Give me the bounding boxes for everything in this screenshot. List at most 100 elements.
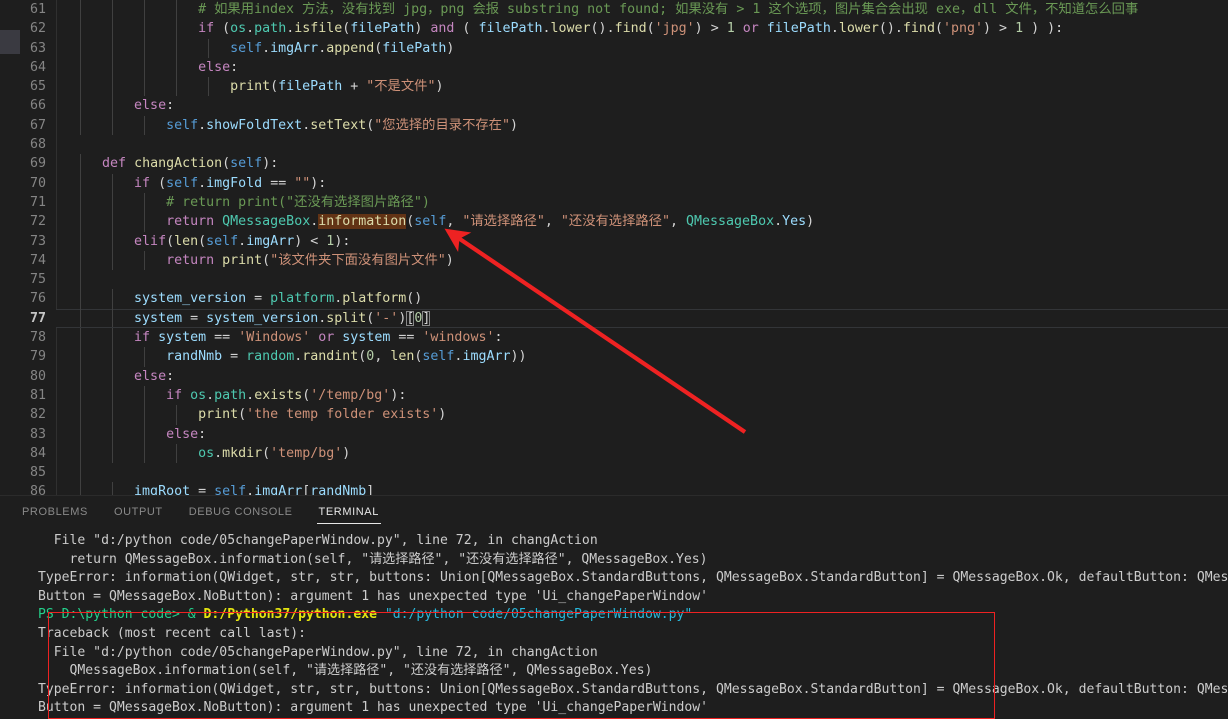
terminal-output[interactable]: File "d:/python code/05changePaperWindow… <box>0 532 1228 719</box>
indent-guide <box>176 19 178 39</box>
code-line[interactable]: 71 # return print("还没有选择图片路径") <box>0 192 1228 213</box>
line-content: else: <box>166 426 207 442</box>
indent-guide <box>144 115 146 136</box>
code-line[interactable]: 85 <box>0 463 1228 483</box>
line-content: if (os.path.isfile(filePath) and ( fileP… <box>198 21 1064 37</box>
indent-guide <box>80 270 81 290</box>
line-number: 83 <box>29 426 46 442</box>
line-content: else: <box>134 368 175 384</box>
indent-guide <box>208 77 210 97</box>
line-number: 67 <box>29 117 46 133</box>
code-line[interactable]: 76 system_version = platform.platform() <box>0 289 1228 309</box>
indent-guide <box>80 57 81 78</box>
code-line-list: 61 # 如果用index 方法，没有找到 jpg，png 会报 substri… <box>0 0 1228 495</box>
code-editor[interactable]: 61 # 如果用index 方法，没有找到 jpg，png 会报 substri… <box>0 0 1228 495</box>
code-line[interactable]: 62 if (os.path.isfile(filePath) and ( fi… <box>0 19 1228 39</box>
indent-guide <box>80 77 81 97</box>
line-content: self.showFoldText.setText("您选择的目录不存在") <box>166 117 518 133</box>
code-line[interactable]: 65 print(filePath + "不是文件") <box>0 77 1228 97</box>
line-content: if os.path.exists('/temp/bg'): <box>166 387 407 403</box>
code-line[interactable]: 72 return QMessageBox.information(self, … <box>0 212 1228 232</box>
indent-guide <box>112 308 114 329</box>
line-content: system_version = platform.platform() <box>134 291 423 307</box>
code-line[interactable]: 63 self.imgArr.append(filePath) <box>0 38 1228 58</box>
line-content: print('the temp folder exists') <box>198 407 447 423</box>
terminal-line: Button = QMessageBox.NoButton): argument… <box>38 588 709 604</box>
indent-guide <box>80 405 81 425</box>
panel-tab-output[interactable]: OUTPUT <box>112 506 165 522</box>
line-number: 80 <box>29 368 46 384</box>
panel-tab-terminal[interactable]: TERMINAL <box>316 506 382 524</box>
line-number: 63 <box>29 40 46 56</box>
code-line[interactable]: 82 print('the temp folder exists') <box>0 405 1228 425</box>
line-number: 84 <box>29 445 46 461</box>
line-number: 61 <box>29 2 46 17</box>
code-line[interactable]: 75 <box>0 270 1228 290</box>
code-line[interactable]: 84 os.mkdir('temp/bg') <box>0 443 1228 464</box>
line-content: else: <box>134 98 175 114</box>
code-line[interactable]: 79 randNmb = random.randint(0, len(self.… <box>0 347 1228 367</box>
line-content: randNmb = random.randint(0, len(self.img… <box>166 349 527 365</box>
code-line[interactable]: 81 if os.path.exists('/temp/bg'): <box>0 385 1228 406</box>
indent-guide <box>112 231 114 251</box>
panel-tab-debug-console[interactable]: DEBUG CONSOLE <box>187 506 295 522</box>
code-line[interactable]: 83 else: <box>0 424 1228 444</box>
indent-guide <box>112 443 114 464</box>
indent-guide <box>112 405 114 425</box>
line-content: self.imgArr.append(filePath) <box>230 40 455 56</box>
indent-guide <box>112 289 114 309</box>
code-line[interactable]: 67 self.showFoldText.setText("您选择的目录不存在"… <box>0 115 1228 136</box>
indent-guide <box>144 212 146 232</box>
indent-guide <box>80 250 81 271</box>
indent-guide <box>80 38 81 58</box>
line-content: print(filePath + "不是文件") <box>230 79 444 95</box>
indent-guide <box>80 115 81 136</box>
panel-tab-problems[interactable]: PROBLEMS <box>20 506 90 522</box>
indent-guide <box>112 96 114 116</box>
line-content: if system == 'Windows' or system == 'win… <box>134 330 503 346</box>
indent-guide <box>144 385 146 406</box>
line-number: 64 <box>29 59 46 75</box>
code-line[interactable]: 68 <box>0 135 1228 154</box>
indent-guide <box>144 250 146 271</box>
line-content: # 如果用index 方法，没有找到 jpg，png 会报 substring … <box>198 2 1139 17</box>
code-line[interactable]: 69 def changAction(self): <box>0 154 1228 174</box>
line-number: 66 <box>29 98 46 114</box>
code-line[interactable]: 86 imgRoot = self.imgArr[randNmb] <box>0 482 1228 495</box>
indent-guide <box>176 38 178 58</box>
indent-guide <box>112 250 114 271</box>
line-number: 77 <box>29 310 46 326</box>
line-number: 86 <box>29 484 46 495</box>
indent-guide <box>144 405 146 425</box>
terminal-line: Traceback (most recent call last): <box>38 625 307 641</box>
indent-guide <box>80 231 81 251</box>
indent-guide <box>176 405 178 425</box>
code-line[interactable]: 70 if (self.imgFold == ""): <box>0 173 1228 193</box>
line-number: 81 <box>29 387 46 403</box>
indent-guide <box>80 366 81 386</box>
line-content: return print("该文件夹下面没有图片文件") <box>166 252 454 268</box>
code-line[interactable]: 77 system = system_version.split('-')[0] <box>0 308 1228 329</box>
indent-guide <box>176 0 178 20</box>
indent-guide <box>80 0 81 20</box>
code-line[interactable]: 78 if system == 'Windows' or system == '… <box>0 328 1228 348</box>
code-line[interactable]: 80 else: <box>0 366 1228 386</box>
line-number: 85 <box>29 465 46 481</box>
indent-guide <box>112 57 114 78</box>
terminal-prompt-line: PS D:\python code> & D:/Python37/python.… <box>38 607 693 623</box>
code-line[interactable]: 61 # 如果用index 方法，没有找到 jpg，png 会报 substri… <box>0 0 1228 20</box>
indent-guide <box>112 77 114 97</box>
indent-guide <box>80 347 81 367</box>
indent-guide <box>80 289 81 309</box>
indent-guide <box>80 154 81 174</box>
panel-tab-bar: PROBLEMS OUTPUT DEBUG CONSOLE TERMINAL <box>0 496 1228 531</box>
indent-guide <box>144 57 146 78</box>
code-line[interactable]: 64 else: <box>0 57 1228 78</box>
indent-guide <box>112 19 114 39</box>
line-number: 78 <box>29 330 46 346</box>
line-content: else: <box>198 59 239 75</box>
code-line[interactable]: 66 else: <box>0 96 1228 116</box>
code-line[interactable]: 74 return print("该文件夹下面没有图片文件") <box>0 250 1228 271</box>
code-line[interactable]: 73 elif(len(self.imgArr) < 1): <box>0 231 1228 251</box>
indent-guide <box>112 38 114 58</box>
